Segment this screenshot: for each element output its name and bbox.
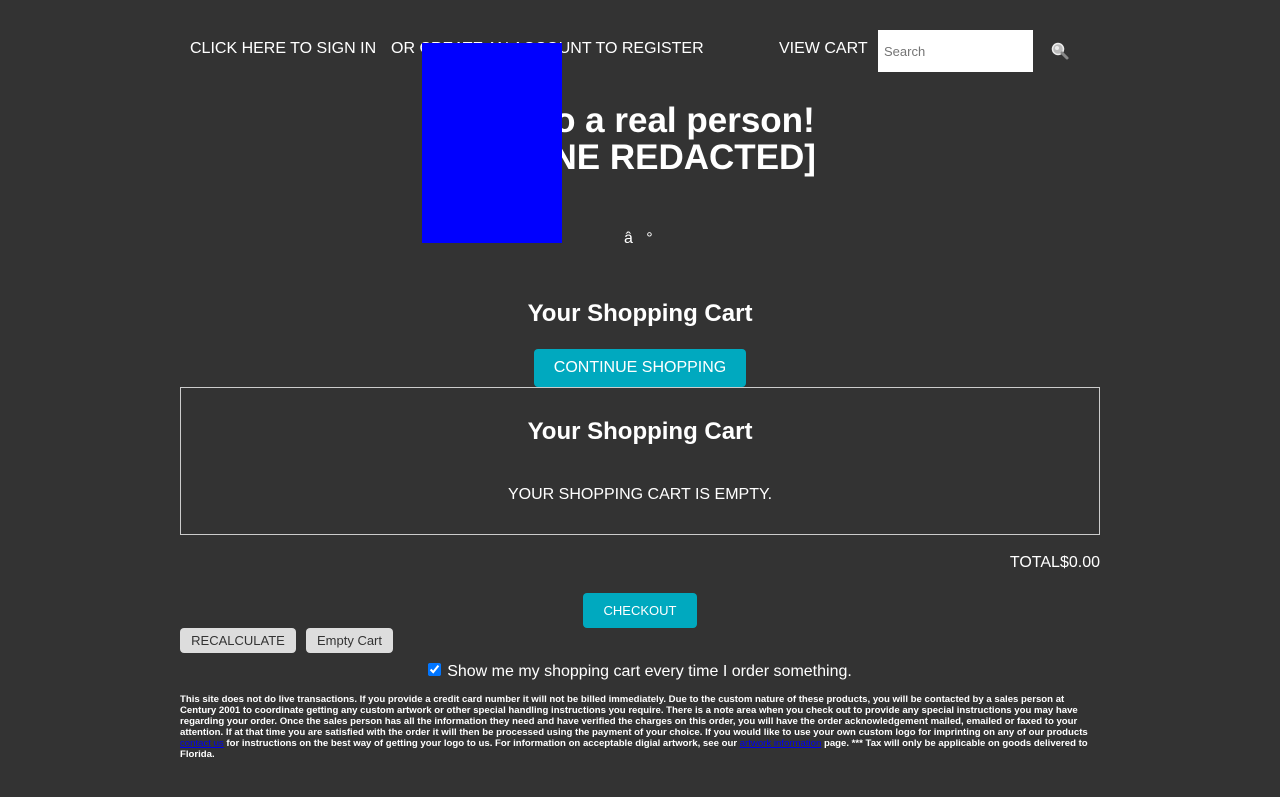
search-icon[interactable] — [1050, 40, 1072, 62]
recalculate-button[interactable]: RECALCULATE — [180, 628, 296, 653]
disclaimer-text: This site does not do live transactions.… — [180, 694, 1100, 760]
disclaimer-part-2: for instructions on the best way of gett… — [223, 738, 740, 749]
continue-shopping-button[interactable]: CONTINUE SHOPPING — [534, 349, 746, 387]
sign-in-link[interactable]: CLICK HERE TO SIGN IN — [190, 40, 376, 58]
total-label: TOTAL — [1009, 554, 1060, 571]
show-cart-label[interactable]: Show me my shopping cart every time I or… — [447, 663, 852, 680]
phone-number: [PHONE REDACTED] — [464, 138, 816, 177]
cart-panel-title: Your Shopping Cart — [527, 418, 753, 445]
show-cart-checkbox[interactable] — [428, 663, 442, 677]
search-input[interactable] — [878, 30, 1033, 72]
cart-panel: Your Shopping Cart YOUR SHOPPING CART IS… — [180, 387, 1100, 535]
cart-total: TOTAL$0.00 — [1010, 554, 1100, 572]
empty-cart-button[interactable]: Empty Cart — [306, 628, 393, 653]
contact-headline: Talk to a real person! — [465, 101, 815, 140]
page-title: Your Shopping Cart — [527, 300, 753, 327]
artwork-information-link[interactable]: artwork information — [740, 738, 822, 749]
overlay-block — [422, 43, 562, 243]
show-cart-option: Show me my shopping cart every time I or… — [0, 663, 1280, 681]
checkout-button[interactable]: CHECKOUT — [583, 593, 697, 628]
empty-cart-message: YOUR SHOPPING CART IS EMPTY. — [507, 486, 773, 503]
encoding-glyphs: â ° — [624, 230, 653, 247]
total-value: $0.00 — [1059, 554, 1100, 571]
disclaimer-part-1: This site does not do live transactions.… — [180, 694, 1088, 738]
contact-us-link[interactable]: contact us — [180, 738, 224, 749]
view-cart-link[interactable]: VIEW CART — [779, 40, 868, 58]
page: CLICK HERE TO SIGN IN OR CREATE AN ACCOU… — [0, 0, 1280, 797]
